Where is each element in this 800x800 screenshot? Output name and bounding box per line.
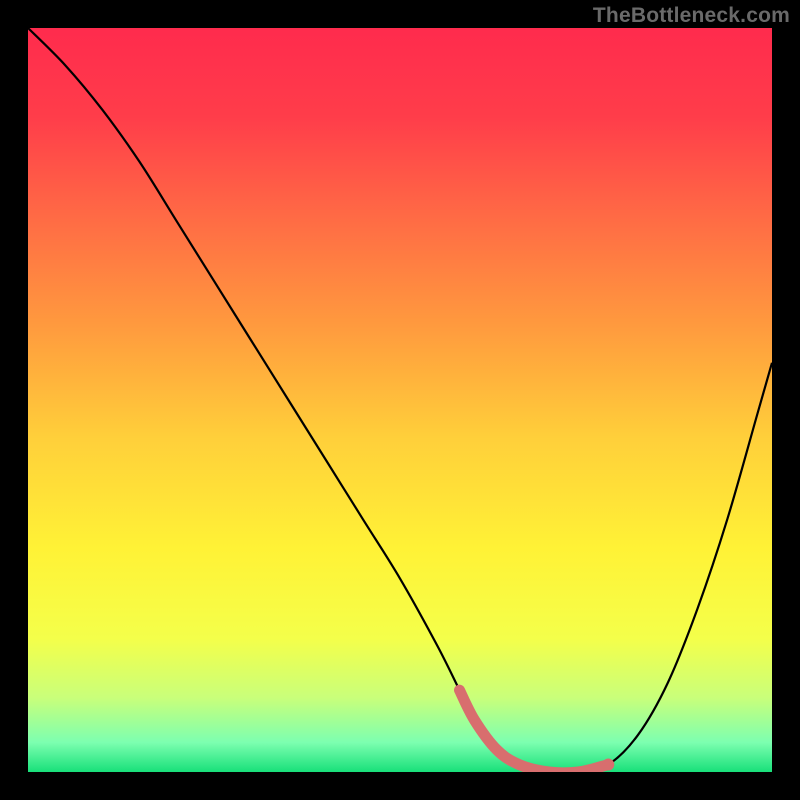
bottleneck-curve: [28, 28, 772, 772]
watermark-text: TheBottleneck.com: [593, 4, 790, 28]
optimal-range-highlight: [460, 690, 609, 772]
plot-area: [28, 28, 772, 772]
curve-layer: [28, 28, 772, 772]
optimal-range-endpoint: [602, 759, 614, 771]
chart-frame: TheBottleneck.com: [0, 0, 800, 800]
